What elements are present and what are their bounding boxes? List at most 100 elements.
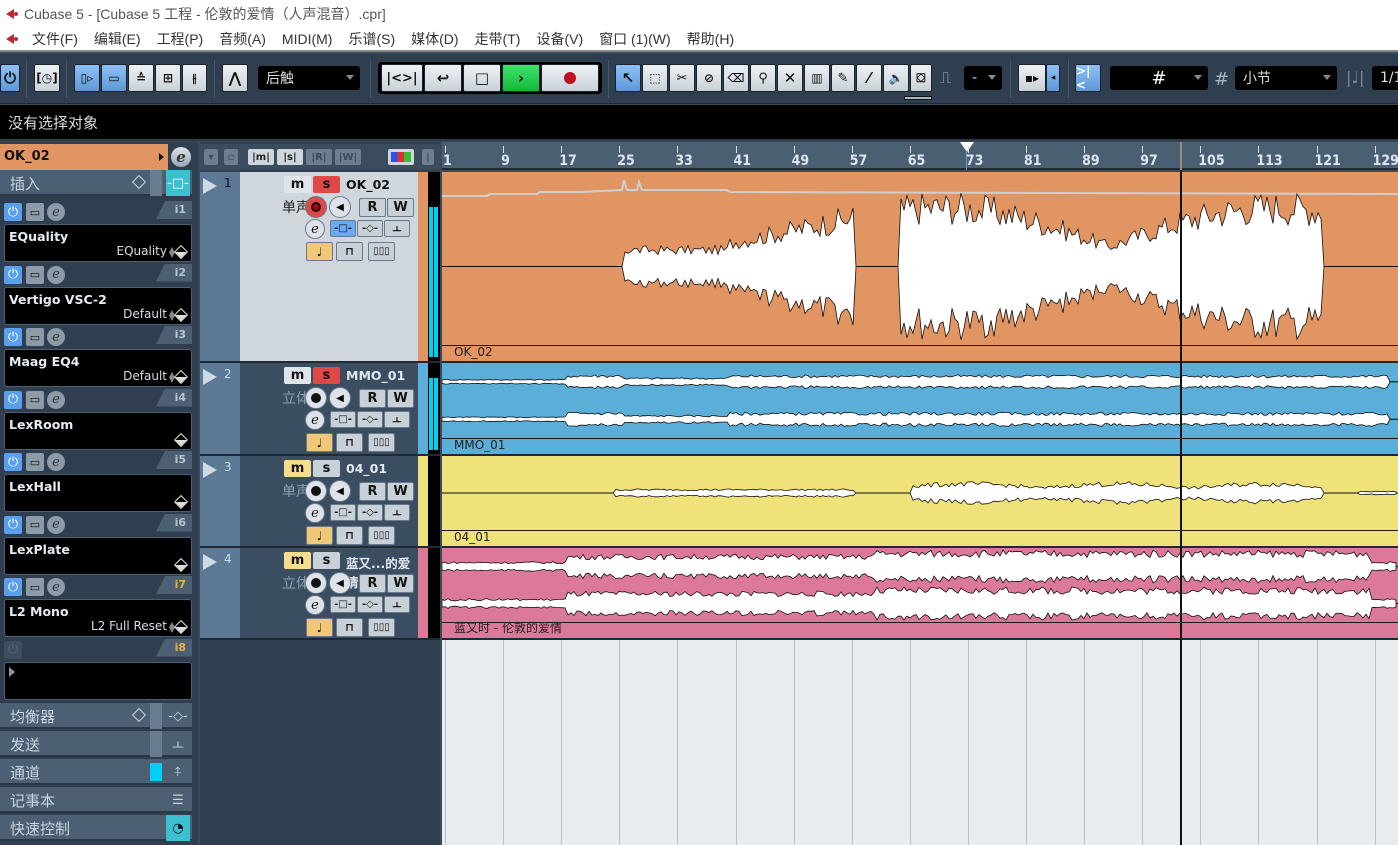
- read-automation-button[interactable]: R: [359, 198, 386, 217]
- write-automation-button[interactable]: W: [387, 482, 414, 501]
- bypass-icon[interactable]: ▭: [26, 328, 44, 346]
- monitor-button[interactable]: ◀: [329, 196, 351, 218]
- project-cursor[interactable]: [1180, 170, 1182, 845]
- range-selection-tool[interactable]: ⬚: [642, 64, 668, 92]
- lane-display-button[interactable]: ▯▯▯: [368, 618, 395, 637]
- collapse-icon[interactable]: ▾: [204, 149, 218, 165]
- read-automation-button[interactable]: R: [359, 389, 386, 408]
- edit-plugin-icon[interactable]: e: [47, 453, 65, 471]
- pool-button[interactable]: ⊞: [155, 64, 181, 92]
- autoscroll-icon[interactable]: ⎍: [940, 68, 951, 88]
- snap-mode-button[interactable]: ▪▸: [1018, 64, 1046, 92]
- edit-plugin-icon[interactable]: e: [47, 578, 65, 596]
- insert-plugin-field[interactable]: [4, 661, 192, 700]
- preset-diamond-icon[interactable]: [173, 307, 189, 322]
- preset-diamond-icon[interactable]: [173, 432, 189, 447]
- bypass-eq-button[interactable]: -◇-: [357, 411, 383, 428]
- track-color-strip[interactable]: [418, 363, 428, 454]
- ruler[interactable]: 1 9 17 25 33 41 49 57 65 73 81 89 97 105 113 121 129: [442, 142, 1398, 170]
- preset-diamond-icon[interactable]: [173, 619, 189, 635]
- bypass-eq-button[interactable]: -◇-: [357, 596, 383, 613]
- menu-project[interactable]: 工程(P): [149, 29, 212, 49]
- menu-media[interactable]: 媒体(D): [403, 29, 466, 49]
- preset-diamond-icon[interactable]: [173, 494, 189, 510]
- record-enable-button[interactable]: [305, 572, 327, 594]
- power-icon[interactable]: ⏻: [4, 453, 22, 471]
- edit-channel-button[interactable]: e: [305, 219, 325, 239]
- plugin-preset[interactable]: EQuality: [117, 244, 167, 258]
- snap-to-zero-button[interactable]: >|<: [1075, 64, 1101, 92]
- show-inspector-button[interactable]: ▯▹: [74, 64, 100, 92]
- draw-tool[interactable]: ✎: [831, 64, 855, 92]
- audio-event[interactable]: MMO_01: [442, 363, 1398, 456]
- track-name[interactable]: 04_01: [346, 461, 387, 476]
- mute-button[interactable]: m: [284, 367, 311, 384]
- snap-mode-dropdown[interactable]: ◂: [1046, 64, 1060, 92]
- track-header[interactable]: 4 m s 蓝又...的爱情 立体声 ◀ R We -□- -◇- ㅗ ♩ ⊓ ▯▯▯: [200, 548, 440, 640]
- line-tool[interactable]: ⁄: [856, 64, 882, 92]
- musical-timebase-button[interactable]: ♩: [306, 433, 333, 452]
- write-automation-button[interactable]: W: [387, 389, 414, 408]
- menu-midi[interactable]: MIDI(M): [274, 31, 341, 47]
- bypass-inserts-button[interactable]: -□-: [330, 504, 356, 521]
- section-quick-controls[interactable]: 快速控制 ◔: [0, 815, 192, 841]
- empty-arrange-area[interactable]: [442, 640, 1398, 845]
- section-notepad[interactable]: 记事本 ☰: [0, 787, 192, 813]
- bypass-icon[interactable]: ▭: [26, 453, 44, 471]
- solo-button[interactable]: s: [313, 460, 340, 477]
- menu-edit[interactable]: 编辑(E): [86, 29, 149, 49]
- solo-button[interactable]: s: [313, 176, 340, 193]
- audio-event[interactable]: 蓝又时 - 伦敦的爱情: [442, 548, 1398, 640]
- plugin-preset[interactable]: L2 Full Reset: [91, 619, 167, 633]
- record-enable-button[interactable]: [305, 387, 327, 409]
- preset-diamond-icon[interactable]: [173, 557, 189, 572]
- mute-button[interactable]: m: [284, 176, 311, 193]
- track-name[interactable]: MMO_01: [346, 368, 405, 383]
- plugin-preset[interactable]: Default: [123, 369, 167, 383]
- menu-scores[interactable]: 乐谱(S): [340, 29, 403, 49]
- edit-plugin-icon[interactable]: e: [47, 390, 65, 409]
- grid-type-select[interactable]: #: [1110, 66, 1208, 90]
- color-tool[interactable]: ⛋: [910, 64, 932, 92]
- musical-timebase-button[interactable]: ♩: [306, 242, 333, 261]
- global-write-button[interactable]: |W|: [335, 149, 361, 165]
- power-icon[interactable]: ⏻: [4, 203, 22, 221]
- divider-handle[interactable]: |: [422, 149, 434, 165]
- record-enable-button[interactable]: [305, 196, 327, 218]
- insert-plugin-field[interactable]: L2 Mono L2 Full Reset ▲ ▼: [4, 599, 192, 637]
- write-automation-button[interactable]: W: [387, 198, 414, 217]
- zoom-tool[interactable]: ⚲: [750, 64, 776, 92]
- musical-timebase-button[interactable]: ♩: [306, 618, 333, 637]
- solo-button[interactable]: s: [313, 367, 340, 384]
- mute-button[interactable]: m: [284, 552, 311, 569]
- mixer-button[interactable]: ⫲: [182, 64, 207, 92]
- app-menu-icon[interactable]: [4, 31, 20, 47]
- bypass-eq-button[interactable]: -◇-: [357, 220, 383, 237]
- section-sends[interactable]: 发送ㅗ: [0, 731, 192, 757]
- track-color-strip[interactable]: [418, 172, 428, 361]
- stop-button[interactable]: □: [463, 64, 501, 92]
- section-eq[interactable]: 均衡器 -◇-: [0, 703, 192, 729]
- preset-diamond-icon[interactable]: [173, 369, 189, 385]
- power-icon[interactable]: ⏻: [4, 328, 22, 346]
- plugin-preset[interactable]: Default: [123, 307, 167, 321]
- bypass-inserts-button[interactable]: -□-: [330, 220, 356, 237]
- lock-button[interactable]: ⊓: [336, 526, 363, 545]
- power-icon[interactable]: ⏻: [4, 390, 22, 409]
- automation-mode-select[interactable]: 后触: [258, 66, 360, 90]
- track-color-strip[interactable]: [418, 456, 428, 546]
- audio-event[interactable]: OK_02: [442, 172, 1398, 363]
- insert-plugin-field[interactable]: LexRoom: [4, 411, 192, 450]
- bypass-icon[interactable]: ▭: [26, 390, 44, 409]
- track-color-strip[interactable]: [418, 548, 428, 638]
- comp-tool[interactable]: ▥: [804, 64, 830, 92]
- monitor-button[interactable]: ◀: [329, 480, 351, 502]
- menu-audio[interactable]: 音频(A): [211, 29, 274, 49]
- global-read-button[interactable]: |R|: [306, 149, 332, 165]
- constrain-delay-button[interactable]: [◷]: [34, 64, 60, 92]
- track-options-icon[interactable]: ▫: [224, 149, 238, 165]
- power-icon[interactable]: ⏻: [4, 515, 22, 534]
- bypass-sends-button[interactable]: ㅗ: [384, 596, 410, 613]
- activate-project-button[interactable]: ⏻: [0, 64, 20, 92]
- menu-devices[interactable]: 设备(V): [528, 29, 591, 49]
